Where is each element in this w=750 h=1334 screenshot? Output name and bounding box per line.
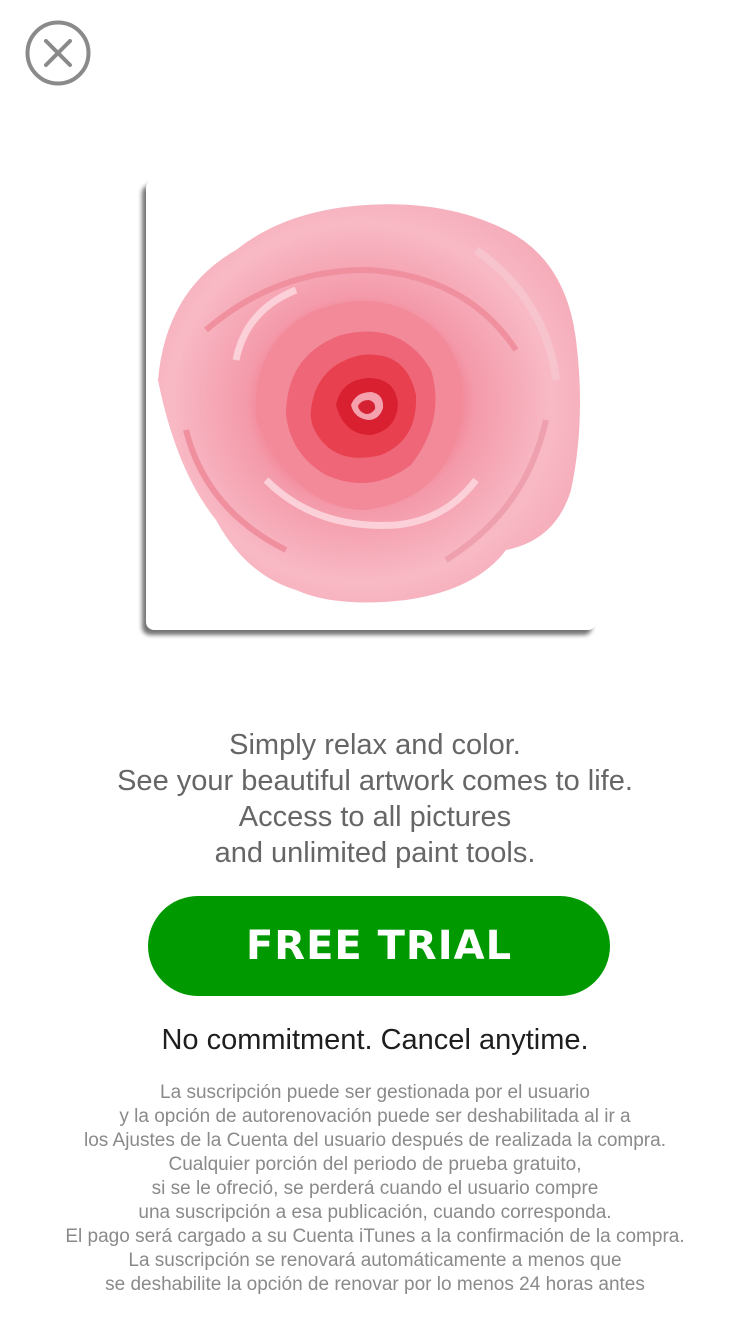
promo-text: Simply relax and color. See your beautif…: [0, 727, 750, 871]
legal-line: los Ajustes de la Cuenta del usuario des…: [84, 1130, 666, 1151]
free-trial-button[interactable]: FREE TRIAL: [148, 896, 610, 996]
legal-line: Cualquier porción del periodo de prueba …: [168, 1154, 582, 1175]
promo-line: Access to all pictures: [238, 801, 512, 833]
close-button[interactable]: [25, 20, 91, 86]
artwork-preview: [146, 180, 596, 630]
legal-line: una suscripción a esa publicación, cuand…: [138, 1202, 612, 1223]
promo-line: Simply relax and color.: [229, 729, 521, 761]
rose-artwork-image: [158, 204, 580, 603]
legal-line: El pago será cargado a su Cuenta iTunes …: [65, 1226, 685, 1247]
promo-line: and unlimited paint tools.: [214, 837, 536, 869]
legal-text: La suscripción puede ser gestionada por …: [0, 1081, 750, 1294]
close-circle-icon: [25, 20, 91, 86]
legal-line: se deshabilite la opción de renovar por …: [105, 1274, 645, 1294]
legal-line: si se le ofreció, se perderá cuando el u…: [151, 1178, 599, 1199]
legal-line: La suscripción puede ser gestionada por …: [160, 1082, 590, 1103]
commitment-text: No commitment. Cancel anytime.: [161, 1024, 589, 1056]
legal-line: La suscripción se renovará automáticamen…: [128, 1250, 622, 1271]
legal-line: y la opción de autorenovación puede ser …: [119, 1106, 631, 1127]
promo-line: See your beautiful artwork comes to life…: [117, 765, 633, 797]
